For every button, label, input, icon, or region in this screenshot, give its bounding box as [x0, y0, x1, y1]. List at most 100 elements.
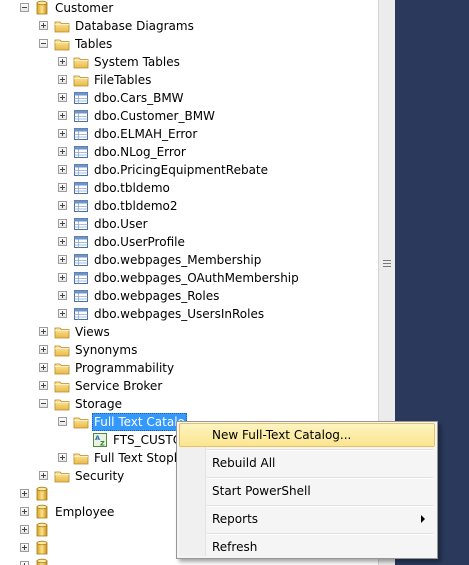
tree-node-views[interactable]: Views: [0, 323, 378, 341]
expand-icon[interactable]: [58, 309, 67, 318]
tree-node-table[interactable]: dbo.webpages_Membership: [0, 251, 378, 269]
menu-item-label: New Full-Text Catalog...: [212, 428, 352, 442]
tree-node-system-tables[interactable]: System Tables: [0, 53, 378, 71]
tree-node-table[interactable]: dbo.User: [0, 215, 378, 233]
folder-icon: [54, 378, 70, 394]
expand-icon[interactable]: [20, 489, 29, 498]
tree-node-table[interactable]: dbo.UserProfile: [0, 233, 378, 251]
expand-icon[interactable]: [39, 381, 48, 390]
tree-label: Customer: [55, 1, 114, 15]
expand-icon[interactable]: [39, 363, 48, 372]
tree-node-table[interactable]: dbo.tbldemo2: [0, 197, 378, 215]
tree-node-table[interactable]: dbo.Cars_BMW: [0, 89, 378, 107]
tree-node-table[interactable]: dbo.PricingEquipmentRebate: [0, 161, 378, 179]
scrollbar-grip-icon[interactable]: [382, 258, 392, 270]
expand-icon[interactable]: [20, 543, 29, 552]
tree-node-filetables[interactable]: FileTables: [0, 71, 378, 89]
tree-node-table[interactable]: dbo.tbldemo: [0, 179, 378, 197]
expand-icon[interactable]: [20, 525, 29, 534]
expand-icon[interactable]: [58, 129, 67, 138]
expand-icon[interactable]: [58, 93, 67, 102]
tree-label: Service Broker: [75, 379, 163, 393]
tree-label: dbo.tbldemo: [94, 181, 170, 195]
tree-node-table[interactable]: dbo.webpages_UsersInRoles: [0, 305, 378, 323]
tree-node-programmability[interactable]: Programmability: [0, 359, 378, 377]
expand-icon[interactable]: [39, 327, 48, 336]
expand-icon[interactable]: [20, 507, 29, 516]
tree-label: dbo.User: [94, 217, 148, 231]
collapse-icon[interactable]: [39, 399, 48, 408]
expand-icon[interactable]: [58, 453, 67, 462]
tree-label: dbo.UserProfile: [94, 235, 185, 249]
expand-icon[interactable]: [58, 273, 67, 282]
table-icon: [73, 126, 89, 142]
table-icon: [73, 270, 89, 286]
menu-item-reports[interactable]: Reports: [179, 507, 435, 531]
tree-node-tables[interactable]: Tables: [0, 35, 378, 53]
collapse-icon[interactable]: [39, 39, 48, 48]
tree-node-database-diagrams[interactable]: Database Diagrams: [0, 17, 378, 35]
expand-icon[interactable]: [39, 345, 48, 354]
collapse-icon[interactable]: [20, 3, 29, 12]
expand-icon[interactable]: [58, 75, 67, 84]
folder-icon: [73, 54, 89, 70]
expand-icon[interactable]: [58, 237, 67, 246]
tree-node-customer[interactable]: Customer: [0, 0, 378, 17]
menu-item-start-powershell[interactable]: Start PowerShell: [179, 479, 435, 503]
expand-icon[interactable]: [39, 471, 48, 480]
tree-node-table[interactable]: dbo.webpages_OAuthMembership: [0, 269, 378, 287]
database-icon: [34, 522, 50, 538]
expand-icon[interactable]: [58, 111, 67, 120]
tree-node-table[interactable]: dbo.NLog_Error: [0, 143, 378, 161]
tree-node-storage[interactable]: Storage: [0, 395, 378, 413]
folder-icon: [54, 360, 70, 376]
submenu-arrow-icon: [421, 515, 425, 523]
expand-icon[interactable]: [58, 147, 67, 156]
tree-label: dbo.PricingEquipmentRebate: [94, 163, 269, 177]
tree-label: dbo.webpages_OAuthMembership: [94, 271, 299, 285]
tree-label: Tables: [75, 37, 113, 51]
expand-icon[interactable]: [20, 561, 29, 565]
tree-node-table[interactable]: dbo.ELMAH_Error: [0, 125, 378, 143]
table-icon: [73, 198, 89, 214]
tree-label: dbo.webpages_UsersInRoles: [94, 307, 265, 321]
expand-icon[interactable]: [58, 219, 67, 228]
tree-node-table[interactable]: dbo.webpages_Roles: [0, 287, 378, 305]
tree-label: Database Diagrams: [75, 19, 194, 33]
expand-icon[interactable]: [39, 21, 48, 30]
tree-label: Storage: [75, 397, 122, 411]
tree-label-selected: Full Text Catalo: [92, 413, 187, 431]
expand-icon[interactable]: [58, 201, 67, 210]
tree-label: dbo.webpages_Roles: [94, 289, 220, 303]
database-icon: [34, 558, 50, 565]
tree-node-synonyms[interactable]: Synonyms: [0, 341, 378, 359]
menu-item-rebuild-all[interactable]: Rebuild All: [179, 451, 435, 475]
folder-icon: [54, 342, 70, 358]
expand-icon[interactable]: [58, 255, 67, 264]
tree-label: Full Text Stoplis: [94, 451, 187, 465]
tree-label: Security: [75, 469, 125, 483]
tree-label: FTS_CUSTO: [113, 433, 183, 447]
expand-icon[interactable]: [58, 165, 67, 174]
tree-node-table[interactable]: dbo.Customer_BMW: [0, 107, 378, 125]
folder-icon: [73, 72, 89, 88]
folder-icon: [54, 18, 70, 34]
table-icon: [73, 306, 89, 322]
folder-icon: [54, 468, 70, 484]
tree-node-service-broker[interactable]: Service Broker: [0, 377, 378, 395]
menu-item-new-full-text-catalog[interactable]: New Full-Text Catalog...: [179, 423, 435, 447]
table-icon: [73, 144, 89, 160]
folder-icon: [54, 396, 70, 412]
menu-item-refresh[interactable]: Refresh: [179, 535, 435, 559]
expand-icon[interactable]: [58, 57, 67, 66]
expand-icon[interactable]: [58, 183, 67, 192]
table-icon: [73, 108, 89, 124]
database-icon: [34, 540, 50, 556]
menu-item-label: Rebuild All: [212, 456, 276, 470]
tree-label: Programmability: [75, 361, 175, 375]
expand-icon[interactable]: [58, 291, 67, 300]
tree-label: Views: [75, 325, 110, 339]
folder-icon: [73, 414, 89, 430]
table-icon: [73, 234, 89, 250]
collapse-icon[interactable]: [58, 417, 67, 426]
